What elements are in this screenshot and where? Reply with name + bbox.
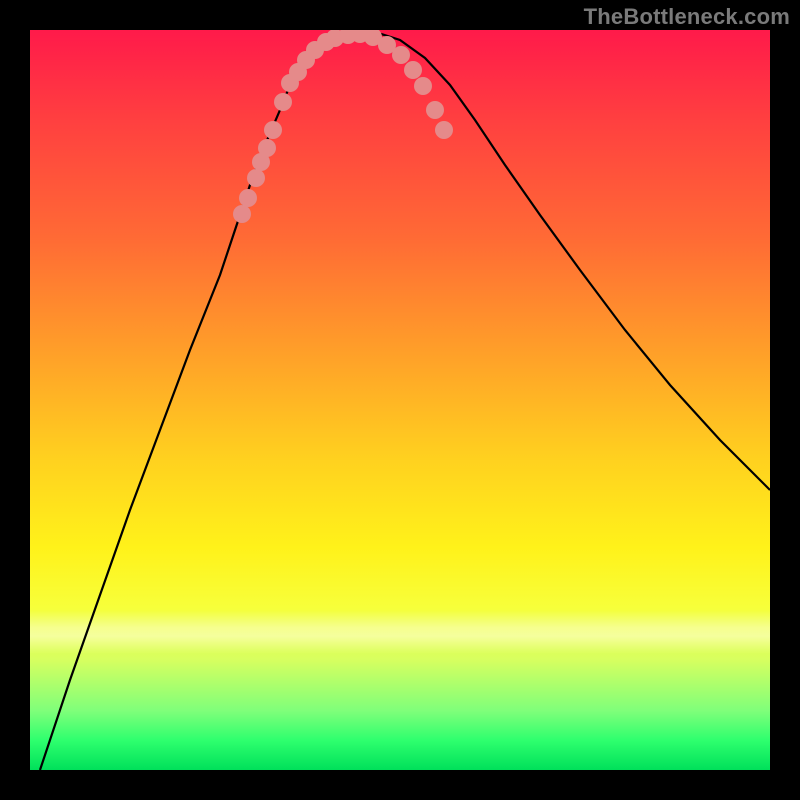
chart-area bbox=[30, 30, 770, 770]
dot bbox=[426, 101, 444, 119]
dot bbox=[274, 93, 292, 111]
highlighted-points bbox=[233, 30, 453, 223]
dot bbox=[435, 121, 453, 139]
dot bbox=[233, 205, 251, 223]
dot bbox=[414, 77, 432, 95]
bottleneck-curve bbox=[40, 30, 770, 770]
curve-svg bbox=[30, 30, 770, 770]
watermark-text: TheBottleneck.com bbox=[584, 4, 790, 30]
dot bbox=[239, 189, 257, 207]
dot bbox=[258, 139, 276, 157]
dot bbox=[264, 121, 282, 139]
dot bbox=[247, 169, 265, 187]
dot bbox=[392, 46, 410, 64]
dot bbox=[404, 61, 422, 79]
